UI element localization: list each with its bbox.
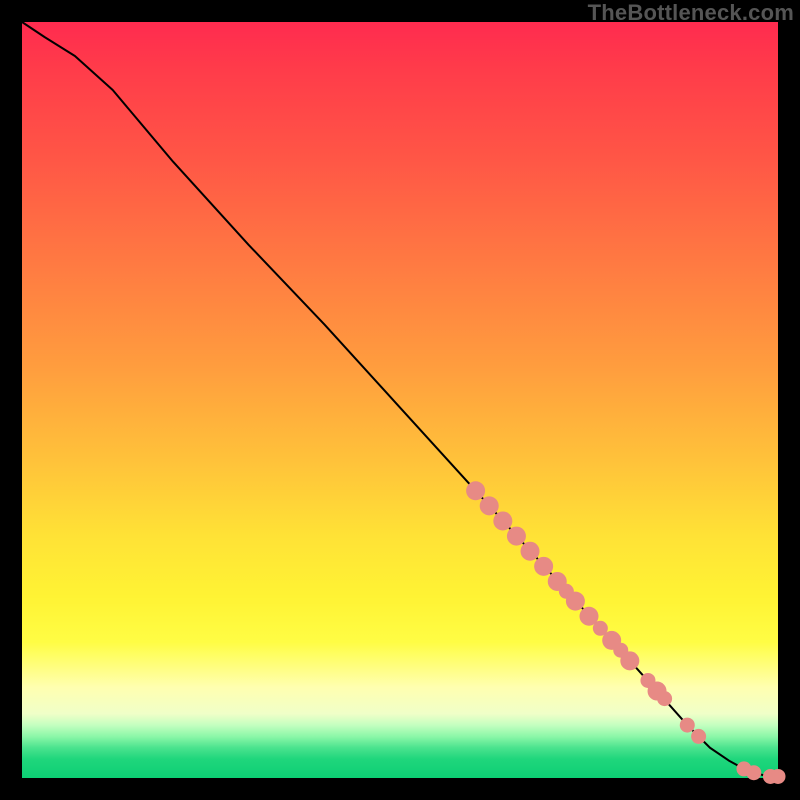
chart-frame (22, 22, 778, 778)
scatter-point (521, 542, 540, 561)
scatter-point (680, 718, 695, 733)
scatter-point (771, 769, 786, 784)
scatter-point (620, 651, 639, 670)
scatter-point (534, 557, 553, 576)
scatter-point (507, 527, 526, 546)
scatter-point (566, 592, 585, 611)
curve-line (22, 22, 778, 776)
scatter-point (493, 511, 512, 530)
scatter-markers (466, 481, 785, 784)
scatter-point (466, 481, 485, 500)
chart-svg (22, 22, 778, 778)
watermark-text: TheBottleneck.com (588, 0, 794, 26)
scatter-point (657, 691, 672, 706)
scatter-point (746, 765, 761, 780)
scatter-point (480, 496, 499, 515)
scatter-point (691, 729, 706, 744)
